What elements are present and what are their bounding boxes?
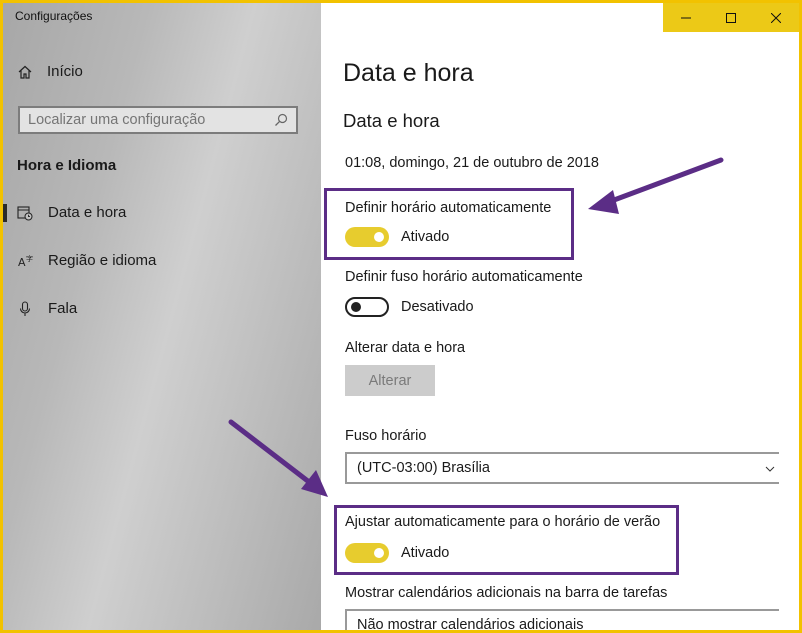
close-button[interactable] — [753, 3, 798, 32]
dst-label: Ajustar automaticamente para o horário d… — [345, 514, 661, 530]
current-datetime: 01:08, domingo, 21 de outubro de 2018 — [345, 155, 599, 171]
dst-toggle[interactable] — [345, 543, 389, 563]
sidebar-item-regiao-e-idioma[interactable]: A 字 Região e idioma — [3, 241, 321, 281]
auto-time-label: Definir horário automaticamente — [345, 200, 552, 216]
extra-calendars-label: Mostrar calendários adicionais na barra … — [345, 585, 668, 601]
microphone-icon — [19, 301, 31, 316]
section-title: Data e hora — [343, 110, 440, 131]
minimize-button[interactable] — [663, 3, 708, 32]
svg-text:A: A — [18, 256, 26, 269]
app-title: Configurações — [15, 9, 93, 23]
sidebar-item-fala[interactable]: Fala — [3, 289, 321, 329]
nav-home-label: Início — [47, 63, 83, 80]
timezone-select[interactable]: (UTC-03:00) Brasília — [345, 452, 779, 484]
auto-time-toggle[interactable] — [345, 227, 389, 247]
dst-state: Ativado — [401, 545, 450, 561]
dst-row: Ativado — [345, 543, 449, 563]
search-box[interactable] — [18, 106, 298, 134]
page-title: Data e hora — [343, 59, 474, 87]
auto-timezone-label: Definir fuso horário automaticamente — [345, 269, 583, 285]
change-datetime-label: Alterar data e hora — [345, 340, 466, 356]
close-icon — [770, 12, 781, 23]
alterar-button[interactable]: Alterar — [345, 365, 435, 396]
sidebar-item-label: Fala — [48, 300, 78, 317]
auto-timezone-state: Desativado — [401, 299, 474, 315]
selection-indicator — [3, 204, 7, 222]
maximize-button[interactable] — [708, 3, 753, 32]
auto-timezone-row: Desativado — [345, 297, 474, 317]
calendar-clock-icon — [17, 206, 33, 221]
extra-calendars-select[interactable]: Não mostrar calendários adicionais — [345, 609, 779, 630]
toggle-knob — [351, 302, 361, 312]
sidebar-item-label: Região e idioma — [48, 252, 157, 269]
search-input[interactable] — [28, 112, 274, 128]
svg-text:字: 字 — [26, 254, 33, 263]
chevron-down-icon — [765, 466, 775, 472]
nav-home[interactable]: Início — [17, 63, 83, 80]
sidebar-item-data-e-hora[interactable]: Data e hora — [3, 193, 321, 233]
auto-time-state: Ativado — [401, 229, 450, 245]
auto-time-row: Ativado — [345, 227, 449, 247]
extra-calendars-value: Não mostrar calendários adicionais — [357, 617, 584, 630]
minimize-icon — [680, 17, 691, 18]
settings-window: Configurações Início Hora e Idioma D — [3, 3, 799, 630]
sidebar-item-label: Data e hora — [48, 204, 127, 221]
toggle-knob — [374, 548, 384, 558]
toggle-knob — [374, 232, 384, 242]
sidebar: Configurações Início Hora e Idioma D — [3, 3, 321, 630]
maximize-icon — [725, 12, 736, 23]
home-icon — [18, 65, 32, 79]
section-heading: Hora e Idioma — [17, 157, 117, 174]
language-icon: A 字 — [18, 254, 33, 269]
window-controls — [663, 3, 799, 32]
main-pane: Data e hora Data e hora 01:08, domingo, … — [321, 3, 799, 630]
search-icon[interactable] — [274, 113, 288, 127]
timezone-value: (UTC-03:00) Brasília — [357, 460, 490, 476]
timezone-label: Fuso horário — [345, 428, 427, 444]
auto-timezone-toggle[interactable] — [345, 297, 389, 317]
